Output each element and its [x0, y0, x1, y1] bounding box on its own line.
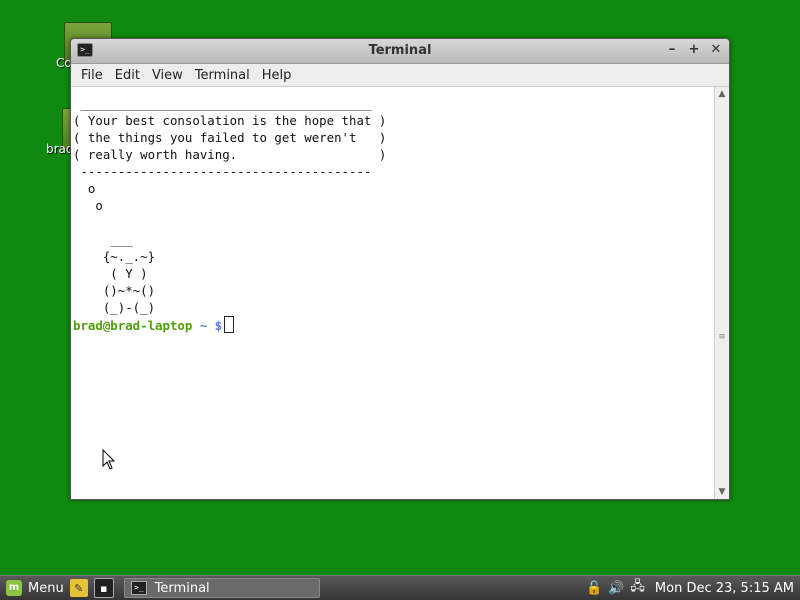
taskbar-window-terminal[interactable]: >_ Terminal: [123, 578, 320, 598]
menu-edit[interactable]: Edit: [109, 68, 146, 83]
scroll-up-arrow-icon[interactable]: ▲: [715, 87, 729, 101]
menu-file[interactable]: File: [75, 68, 109, 83]
network-icon[interactable]: 🖧: [630, 577, 645, 599]
terminal-output: _______________________________________ …: [73, 96, 387, 315]
scroll-down-arrow-icon[interactable]: ▼: [715, 485, 729, 499]
start-menu-label: Menu: [28, 580, 64, 596]
terminal-launcher-icon[interactable]: ▪: [93, 578, 114, 598]
mouse-pointer-icon: [102, 449, 116, 470]
text-cursor: [224, 316, 235, 333]
clock[interactable]: Mon Dec 23, 5:15 AM: [655, 581, 794, 596]
menu-help[interactable]: Help: [256, 68, 298, 83]
close-button[interactable]: ✕: [709, 42, 723, 58]
system-tray: 🔓 🔊 🖧 Mon Dec 23, 5:15 AM: [586, 577, 800, 599]
terminal-icon: >_: [130, 581, 147, 595]
start-menu-button[interactable]: m Menu: [0, 580, 64, 596]
taskbar: m Menu ✎ ▪ >_ Terminal 🔓 🔊 🖧 Mon Dec 23,…: [0, 575, 800, 600]
menu-terminal[interactable]: Terminal: [189, 68, 256, 83]
window-title: Terminal: [368, 43, 432, 58]
text-editor-launcher-icon[interactable]: ✎: [69, 579, 88, 597]
prompt-user: brad@brad-laptop: [73, 318, 193, 333]
terminal-output-block: _______________________________________ …: [71, 87, 715, 334]
mint-logo-icon: m: [6, 580, 22, 596]
update-manager-icon[interactable]: 🔓: [586, 581, 602, 596]
window-titlebar[interactable]: >_ Terminal – + ✕: [71, 39, 729, 64]
terminal-content[interactable]: _______________________________________ …: [71, 87, 715, 499]
taskbar-window-label: Terminal: [154, 580, 210, 596]
prompt-dir: ~ $: [199, 318, 223, 333]
minimize-button[interactable]: –: [665, 42, 679, 58]
maximize-button[interactable]: +: [687, 42, 701, 58]
menu-view[interactable]: View: [146, 68, 189, 83]
menu-bar: File Edit View Terminal Help: [71, 64, 729, 87]
terminal-window: >_ Terminal – + ✕ File Edit View Termina…: [70, 38, 730, 500]
volume-icon[interactable]: 🔊: [608, 581, 624, 596]
scrollbar[interactable]: ▲ ≡ ▼: [714, 87, 729, 499]
scroll-grip-icon[interactable]: ≡: [715, 332, 729, 342]
